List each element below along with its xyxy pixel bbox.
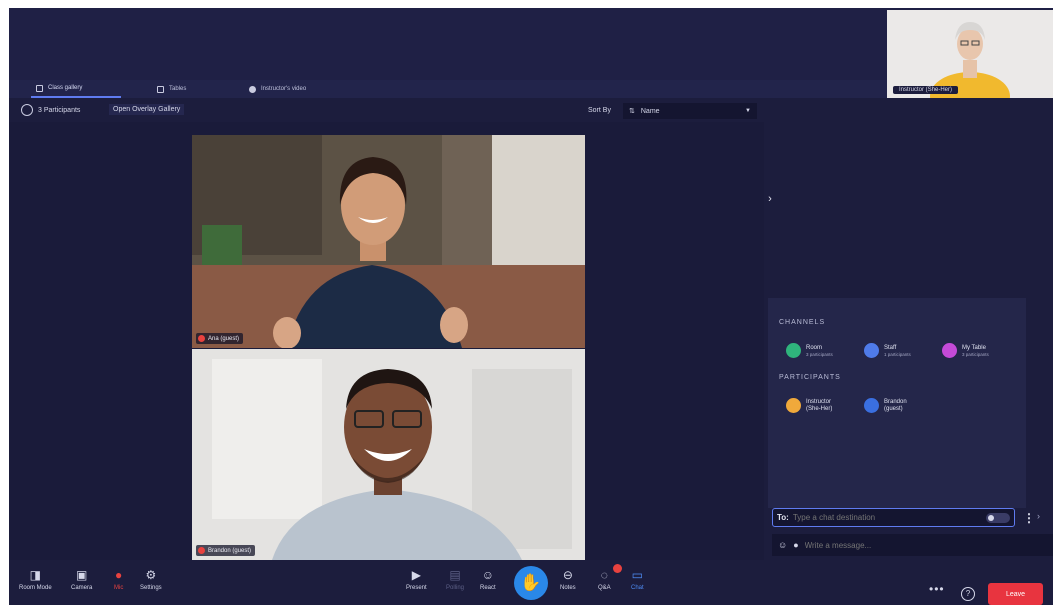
participant-brandon[interactable]: Brandon (guest) [864, 398, 907, 413]
raise-hand-icon: ✋ [520, 573, 542, 592]
message-input[interactable] [804, 540, 1047, 550]
instructor-avatar [786, 398, 801, 413]
video-icon [249, 85, 256, 93]
table-channel-icon [942, 343, 957, 358]
destination-toggle[interactable] [986, 512, 1010, 523]
channel-my-table[interactable]: My Table 3 participants [942, 343, 989, 358]
emoji-icon[interactable]: ☺ [778, 540, 787, 550]
chat-icon: ▭ [631, 568, 644, 582]
channel-staff[interactable]: Staff 1 participants [864, 343, 911, 358]
chevron-down-icon: ▼ [745, 108, 751, 114]
sort-by-label: Sort By [588, 107, 611, 114]
react-icon: ☺ [481, 568, 494, 582]
self-view-label: Instructor (She-Her) [893, 86, 959, 94]
mic-off-icon [198, 547, 205, 554]
sort-by-select[interactable]: ⇅ Name ▼ [623, 103, 757, 119]
video-stage: Ana (guest) Brandon (guest) [9, 122, 764, 560]
open-overlay-gallery-button[interactable]: Open Overlay Gallery [109, 104, 185, 115]
participant-name-chip: Brandon (guest) [196, 545, 256, 556]
mic-button[interactable]: ● Mic [114, 568, 123, 591]
chat-button[interactable]: ▭ Chat [631, 568, 644, 591]
participants-count[interactable]: 3 Participants [21, 104, 80, 116]
chat-options-icon[interactable]: ⋮ [1023, 511, 1035, 525]
app-window: Instructor (She-Her) Class gallery Table… [9, 8, 1053, 605]
participant-name-chip: Ana (guest) [196, 333, 244, 344]
brandon-video [192, 349, 585, 560]
camera-icon: ▣ [76, 568, 88, 582]
control-bar: ◨ Room Mode ▣ Camera ● Mic ⚙ Settings ▶ … [9, 560, 1053, 605]
present-icon: ▶ [411, 568, 421, 582]
participant-instructor[interactable]: Instructor (She-Her) [786, 398, 832, 413]
notes-button[interactable]: ⊖ Notes [560, 568, 576, 591]
present-button[interactable]: ▶ Present [406, 568, 427, 591]
collapse-arrow-icon[interactable]: › [1037, 511, 1040, 521]
room-mode-icon: ◨ [29, 568, 42, 582]
expand-panel-chevron-icon[interactable]: › [764, 193, 776, 207]
ana-video [192, 135, 585, 348]
mic-off-icon [198, 335, 205, 342]
chat-destination-panel: CHANNELS Room 3 participants Staff 1 parti… [768, 298, 1026, 508]
raise-hand-button[interactable]: ✋ [514, 566, 548, 600]
staff-channel-icon [864, 343, 879, 358]
video-tile-ana[interactable]: Ana (guest) [192, 135, 585, 348]
qa-icon: ◌ [600, 568, 608, 582]
view-tabs: Class gallery Tables Instructor's video [9, 80, 887, 98]
self-camera-preview[interactable]: Instructor (She-Her) [887, 10, 1053, 98]
notes-icon: ⊖ [562, 568, 573, 582]
help-icon[interactable]: ? [961, 587, 975, 601]
tab-instructors-video[interactable]: Instructor's video [249, 80, 306, 98]
brandon-avatar [864, 398, 879, 413]
tab-tables[interactable]: Tables [157, 80, 186, 98]
polling-icon: ▤ [449, 568, 461, 582]
message-composer[interactable]: ☺ ● [772, 534, 1053, 556]
leave-button[interactable]: Leave [988, 583, 1043, 605]
qa-button[interactable]: ◌ Q&A [598, 568, 611, 591]
settings-button[interactable]: ⚙ Settings [140, 568, 162, 591]
video-tile-brandon[interactable]: Brandon (guest) [192, 349, 585, 560]
participants-icon [21, 104, 33, 116]
gallery-icon [36, 84, 43, 92]
polling-button[interactable]: ▤ Polling [446, 568, 464, 591]
participants-heading: PARTICIPANTS [779, 374, 841, 381]
gallery-toolbar: 3 Participants Open Overlay Gallery Sort… [9, 100, 764, 122]
tab-class-gallery[interactable]: Class gallery [31, 80, 121, 98]
qa-notification-badge [613, 564, 622, 573]
room-mode-button[interactable]: ◨ Room Mode [19, 568, 52, 591]
mic-off-icon: ● [115, 568, 123, 582]
channel-room[interactable]: Room 3 participants [786, 343, 833, 358]
gear-icon: ⚙ [145, 568, 157, 582]
channels-heading: CHANNELS [779, 319, 826, 326]
tables-icon [157, 85, 164, 93]
room-channel-icon [786, 343, 801, 358]
more-options-icon[interactable]: ••• [929, 582, 945, 596]
chat-destination-input[interactable] [792, 513, 982, 522]
person-icon[interactable]: ● [793, 540, 798, 550]
sort-icon: ⇅ [629, 108, 635, 115]
to-label: To: [777, 513, 789, 522]
instructor-video [887, 10, 1053, 98]
react-button[interactable]: ☺ React [480, 568, 496, 591]
chat-destination-field[interactable]: To: [772, 508, 1015, 527]
camera-button[interactable]: ▣ Camera [71, 568, 92, 591]
